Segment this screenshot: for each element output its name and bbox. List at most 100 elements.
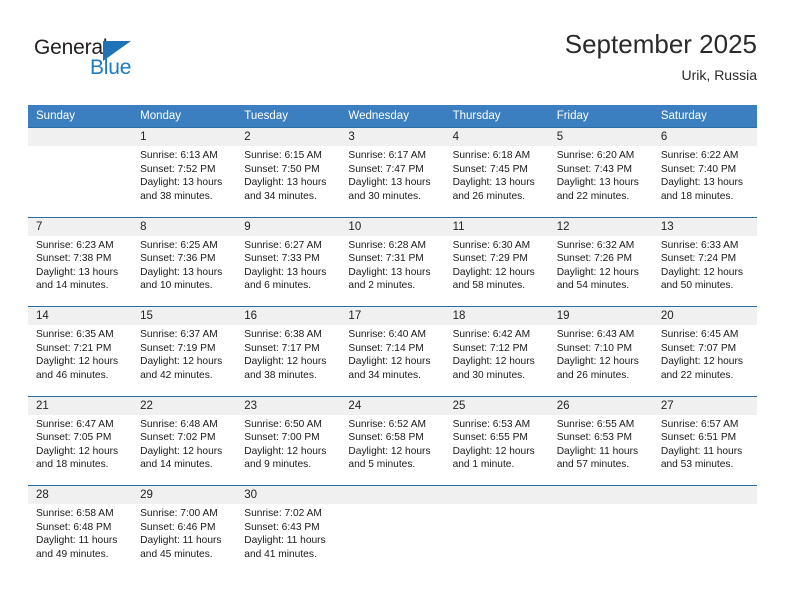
sunset-text: Sunset: 7:52 PM <box>140 163 216 175</box>
daylight-text-cont: and 1 minute. <box>452 459 515 471</box>
weekday-header-sunday: Sunday <box>28 105 133 128</box>
day-number: 13 <box>652 216 757 236</box>
sunset-text: Sunset: 7:05 PM <box>36 432 112 444</box>
day-cell[interactable]: Sunrise: 6:18 AM Sunset: 7:45 PM Dayligh… <box>444 146 549 217</box>
sunrise-text: Sunrise: 6:45 AM <box>660 329 739 340</box>
day-cell[interactable]: Sunrise: 6:13 AM Sunset: 7:52 PM Dayligh… <box>132 146 237 217</box>
daylight-text-cont: and 54 minutes. <box>556 280 630 292</box>
daylight-text: Daylight: 12 hours <box>452 266 535 278</box>
day-number: 7 <box>28 216 133 236</box>
sunset-text: Sunset: 6:53 PM <box>556 432 633 444</box>
daylight-text: Daylight: 12 hours <box>660 356 743 368</box>
day-cell[interactable]: Sunrise: 6:23 AM Sunset: 7:38 PM Dayligh… <box>28 235 133 307</box>
sunrise-text: Sunrise: 6:35 AM <box>36 329 114 340</box>
day-cell[interactable]: Sunrise: 6:28 AM Sunset: 7:31 PM Dayligh… <box>340 235 445 307</box>
day-cell[interactable]: Sunrise: 6:25 AM Sunset: 7:36 PM Dayligh… <box>132 235 237 307</box>
daylight-text-cont: and 14 minutes. <box>36 280 109 292</box>
day-number: 25 <box>444 395 549 415</box>
daylight-text: Daylight: 11 hours <box>36 535 118 547</box>
day-cell[interactable]: Sunrise: 6:55 AM Sunset: 6:53 PM Dayligh… <box>548 414 653 486</box>
daylight-text: Daylight: 11 hours <box>244 535 326 547</box>
daylight-text-cont: and 38 minutes. <box>140 190 213 202</box>
daylight-text-cont: and 26 minutes. <box>556 369 630 381</box>
day-cell[interactable]: Sunrise: 6:53 AM Sunset: 6:55 PM Dayligh… <box>444 414 549 486</box>
day-number: 12 <box>548 216 653 236</box>
sunrise-text: Sunrise: 6:30 AM <box>452 239 531 251</box>
daylight-text: Daylight: 12 hours <box>140 356 223 368</box>
week-row-details: Sunrise: 6:47 AM Sunset: 7:05 PM Dayligh… <box>28 414 757 486</box>
day-cell[interactable]: Sunrise: 6:40 AM Sunset: 7:14 PM Dayligh… <box>340 325 445 396</box>
sunset-text: Sunset: 7:47 PM <box>348 163 424 175</box>
day-cell[interactable]: Sunrise: 6:48 AM Sunset: 7:02 PM Dayligh… <box>132 414 237 486</box>
day-cell[interactable]: Sunrise: 7:00 AM Sunset: 6:46 PM Dayligh… <box>132 504 237 575</box>
daylight-text-cont: and 2 minutes. <box>348 280 416 292</box>
sunset-text: Sunset: 7:24 PM <box>660 253 737 265</box>
daylight-text-cont: and 49 minutes. <box>36 548 109 560</box>
daylight-text: Daylight: 12 hours <box>348 356 431 368</box>
day-number: 17 <box>340 306 445 325</box>
sunrise-text: Sunrise: 6:15 AM <box>244 150 322 161</box>
day-number <box>548 485 653 504</box>
day-number: 24 <box>340 395 445 415</box>
sunrise-text: Sunrise: 6:57 AM <box>660 418 739 430</box>
day-cell[interactable]: Sunrise: 6:58 AM Sunset: 6:48 PM Dayligh… <box>28 504 133 575</box>
day-number: 28 <box>28 485 133 504</box>
daylight-text-cont: and 22 minutes. <box>556 190 630 202</box>
daylight-text: Daylight: 11 hours <box>140 535 222 547</box>
daylight-text-cont: and 57 minutes. <box>556 459 630 471</box>
day-cell[interactable]: Sunrise: 6:20 AM Sunset: 7:43 PM Dayligh… <box>548 146 653 217</box>
daylight-text-cont: and 26 minutes. <box>452 190 526 202</box>
general-blue-logo[interactable]: General Blue <box>34 36 164 84</box>
daylight-text-cont: and 10 minutes. <box>140 280 213 292</box>
sunset-text: Sunset: 7:10 PM <box>556 342 633 354</box>
day-cell[interactable]: Sunrise: 6:42 AM Sunset: 7:12 PM Dayligh… <box>444 325 549 396</box>
page-header: General Blue September 2025 Urik, Russia <box>0 0 792 100</box>
weekday-header-tuesday: Tuesday <box>236 105 341 128</box>
day-number: 27 <box>652 395 757 415</box>
day-cell[interactable]: Sunrise: 6:35 AM Sunset: 7:21 PM Dayligh… <box>28 325 133 396</box>
day-cell[interactable]: Sunrise: 6:43 AM Sunset: 7:10 PM Dayligh… <box>548 325 653 396</box>
sunset-text: Sunset: 7:07 PM <box>660 342 737 354</box>
day-cell[interactable]: Sunrise: 6:32 AM Sunset: 7:26 PM Dayligh… <box>548 235 653 307</box>
day-cell[interactable]: Sunrise: 6:47 AM Sunset: 7:05 PM Dayligh… <box>28 414 133 486</box>
day-cell[interactable]: Sunrise: 6:52 AM Sunset: 6:58 PM Dayligh… <box>340 414 445 486</box>
daylight-text: Daylight: 13 hours <box>140 266 223 278</box>
day-cell[interactable]: Sunrise: 7:02 AM Sunset: 6:43 PM Dayligh… <box>236 504 341 575</box>
sunrise-text: Sunrise: 6:37 AM <box>140 329 218 340</box>
day-number: 11 <box>444 216 549 236</box>
day-cell[interactable]: Sunrise: 6:57 AM Sunset: 6:51 PM Dayligh… <box>652 414 757 486</box>
day-cell[interactable]: Sunrise: 6:22 AM Sunset: 7:40 PM Dayligh… <box>652 146 757 217</box>
day-cell-empty <box>548 504 653 575</box>
sunset-text: Sunset: 6:43 PM <box>244 521 320 533</box>
daylight-text: Daylight: 12 hours <box>140 445 223 457</box>
daylight-text: Daylight: 13 hours <box>244 266 327 278</box>
sunset-text: Sunset: 7:45 PM <box>452 163 528 175</box>
sunrise-text: Sunrise: 6:22 AM <box>660 150 739 161</box>
calendar-header-row: Sunday Monday Tuesday Wednesday Thursday… <box>28 105 757 128</box>
daylight-text: Daylight: 13 hours <box>348 177 431 189</box>
daylight-text: Daylight: 13 hours <box>36 266 119 278</box>
day-cell[interactable]: Sunrise: 6:45 AM Sunset: 7:07 PM Dayligh… <box>652 325 757 396</box>
weekday-header-saturday: Saturday <box>652 105 757 128</box>
day-cell[interactable]: Sunrise: 6:50 AM Sunset: 7:00 PM Dayligh… <box>236 414 341 486</box>
sunset-text: Sunset: 7:36 PM <box>140 253 216 265</box>
day-cell-empty <box>652 504 757 575</box>
day-cell[interactable]: Sunrise: 6:15 AM Sunset: 7:50 PM Dayligh… <box>236 146 341 217</box>
daylight-text: Daylight: 12 hours <box>36 445 119 457</box>
daylight-text-cont: and 46 minutes. <box>36 369 109 381</box>
sunrise-text: Sunrise: 6:50 AM <box>244 418 322 430</box>
sunrise-text: Sunrise: 6:13 AM <box>140 150 218 161</box>
sunrise-text: Sunrise: 7:00 AM <box>140 508 218 519</box>
day-number: 14 <box>28 306 133 325</box>
sunset-text: Sunset: 6:51 PM <box>660 432 737 444</box>
day-cell[interactable]: Sunrise: 6:38 AM Sunset: 7:17 PM Dayligh… <box>236 325 341 396</box>
day-cell[interactable]: Sunrise: 6:30 AM Sunset: 7:29 PM Dayligh… <box>444 235 549 307</box>
week-row-details: Sunrise: 6:58 AM Sunset: 6:48 PM Dayligh… <box>28 504 757 575</box>
day-cell[interactable]: Sunrise: 6:37 AM Sunset: 7:19 PM Dayligh… <box>132 325 237 396</box>
daylight-text: Daylight: 12 hours <box>244 356 327 368</box>
day-cell[interactable]: Sunrise: 6:17 AM Sunset: 7:47 PM Dayligh… <box>340 146 445 217</box>
day-number: 1 <box>132 127 237 146</box>
day-cell[interactable]: Sunrise: 6:27 AM Sunset: 7:33 PM Dayligh… <box>236 235 341 307</box>
day-number: 2 <box>236 127 341 146</box>
day-cell[interactable]: Sunrise: 6:33 AM Sunset: 7:24 PM Dayligh… <box>652 235 757 307</box>
